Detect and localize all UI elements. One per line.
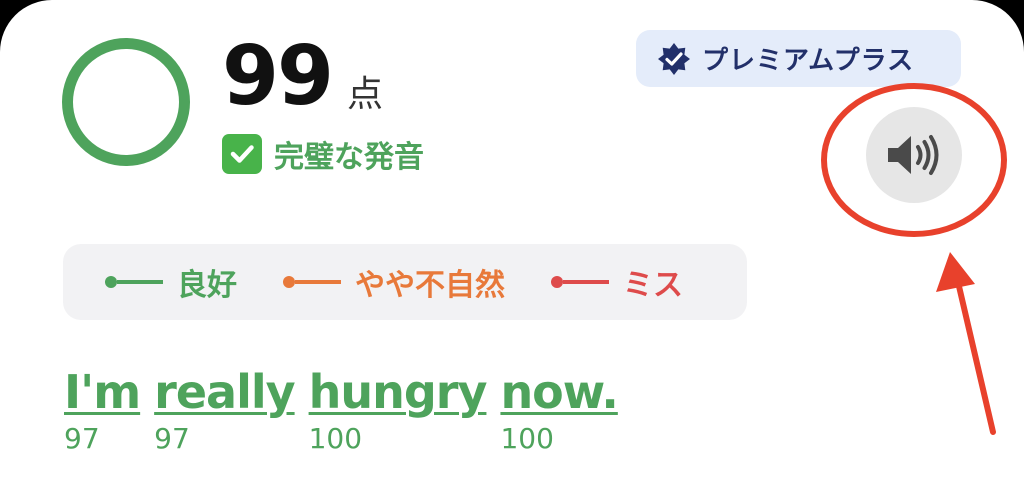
word-text[interactable]: hungry [309, 368, 488, 417]
word-score: 97 [64, 422, 100, 456]
legend-line [295, 280, 341, 284]
legend-line [563, 280, 609, 284]
word-text[interactable]: now. [500, 368, 618, 417]
result-card: 99 点 完璧な発音 プレミアムプラス 良好 やや不自然 ミス I'm 97 r… [0, 0, 1024, 491]
word-text[interactable]: really [154, 368, 295, 417]
legend-item-miss: ミス [551, 260, 683, 304]
word-item[interactable]: hungry 100 [308, 368, 488, 456]
legend-label: 良好 [177, 268, 237, 303]
word-text[interactable]: I'm [64, 368, 141, 417]
legend-dot [283, 276, 295, 288]
word-item[interactable]: now. 100 [500, 368, 618, 456]
legend-label: やや不自然 [355, 268, 505, 303]
annotation-circle [821, 83, 1007, 237]
legend-item-unnatural: やや不自然 [283, 260, 505, 304]
legend-label: ミス [623, 268, 683, 303]
legend-line [117, 280, 163, 284]
sentence-words: I'm 97 really 97 hungry 100 now. 100 [64, 368, 632, 456]
word-item[interactable]: I'm 97 [64, 368, 141, 456]
annotation-arrow-shaft [955, 279, 996, 435]
word-item[interactable]: really 97 [154, 368, 295, 456]
legend: 良好 やや不自然 ミス [63, 244, 747, 320]
legend-dot [551, 276, 563, 288]
word-score: 97 [154, 422, 190, 456]
word-score: 100 [500, 422, 554, 456]
annotation-arrow-head [936, 252, 975, 292]
legend-dot [105, 276, 117, 288]
word-score: 100 [308, 422, 363, 456]
legend-item-good: 良好 [105, 260, 237, 304]
